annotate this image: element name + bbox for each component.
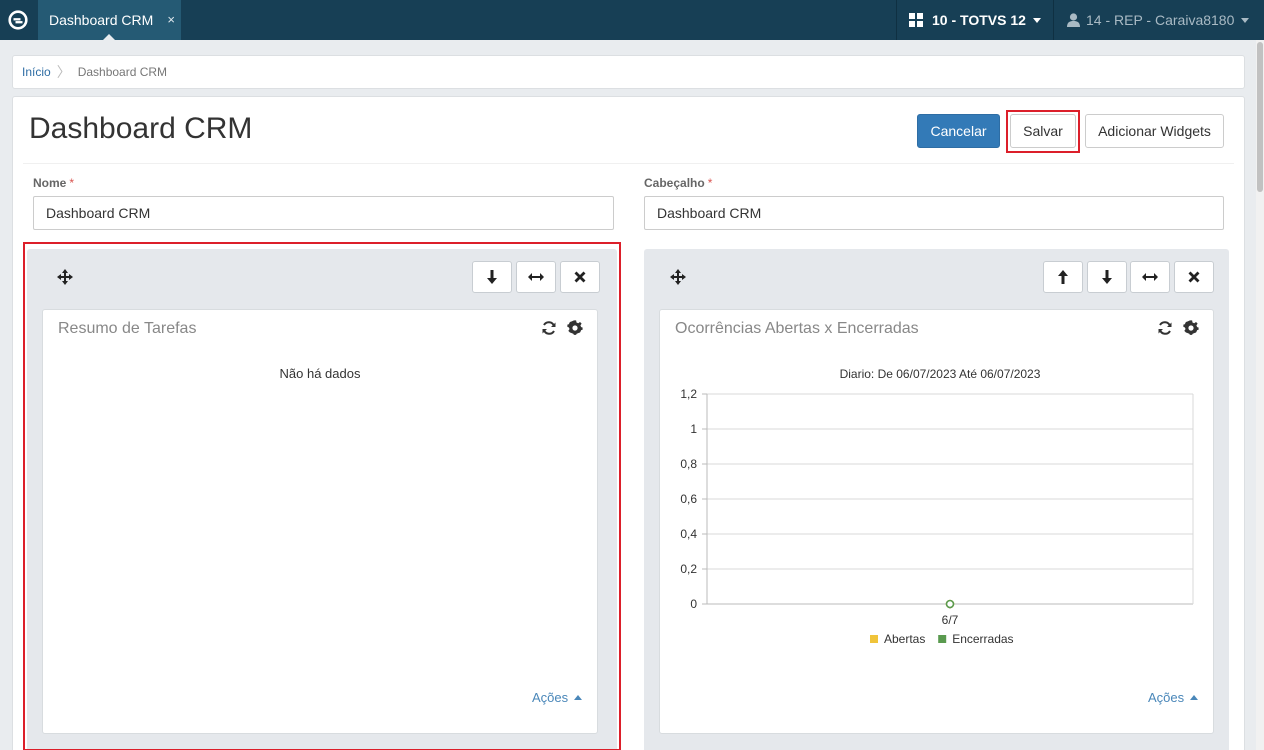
company-label: 10 - TOTVS 12 — [932, 12, 1026, 28]
legend-label-encerradas: Encerradas — [952, 632, 1013, 646]
user-label: 14 - REP - Caraiva8180 — [1086, 12, 1235, 28]
resize-horizontal-icon — [1142, 273, 1158, 281]
chevron-down-icon — [1241, 17, 1250, 23]
y-tick-label: 0,4 — [680, 527, 697, 541]
remove-widget-button[interactable] — [1174, 261, 1214, 293]
y-tick-label: 0,6 — [680, 492, 697, 506]
cabecalho-label: Cabeçalho * — [644, 176, 712, 190]
y-tick-label: 0,8 — [680, 457, 697, 471]
legend-label-abertas: Abertas — [884, 632, 925, 646]
main-panel: Dashboard CRM Cancelar Salvar Adicionar … — [12, 96, 1245, 750]
logo-icon[interactable] — [0, 0, 36, 40]
close-icon — [1188, 271, 1200, 283]
actions-dropdown[interactable]: Ações — [1148, 690, 1199, 705]
user-menu[interactable]: 14 - REP - Caraiva8180 — [1053, 0, 1264, 40]
x-tick-label: 6/7 — [942, 613, 959, 627]
nome-input[interactable] — [33, 196, 614, 230]
y-tick-label: 0 — [690, 597, 697, 611]
breadcrumb-separator-icon: 〉 — [56, 64, 71, 80]
move-down-button[interactable] — [1087, 261, 1127, 293]
company-selector[interactable]: 10 - TOTVS 12 — [896, 0, 1052, 40]
page-title: Dashboard CRM — [29, 112, 253, 145]
arrow-up-icon — [1058, 270, 1068, 284]
cabecalho-input[interactable] — [644, 196, 1224, 230]
cancel-button[interactable]: Cancelar — [917, 114, 1000, 148]
data-point-encerradas — [945, 599, 955, 609]
breadcrumb-home-link[interactable]: Início — [22, 65, 51, 79]
arrow-down-icon — [1102, 270, 1112, 284]
scrollbar-thumb[interactable] — [1257, 42, 1263, 192]
title-divider — [23, 163, 1234, 164]
breadcrumb: Início 〉 Dashboard CRM — [12, 55, 1245, 89]
tab-dashboard-crm[interactable]: Dashboard CRM × — [38, 0, 181, 41]
cabecalho-label-text: Cabeçalho — [644, 176, 705, 190]
tab-label: Dashboard CRM — [49, 12, 154, 28]
required-mark: * — [707, 176, 713, 190]
caret-up-icon — [1190, 695, 1199, 700]
actions-label: Ações — [1148, 690, 1185, 705]
y-tick-label: 0,2 — [680, 562, 697, 576]
widget-ocorrencias: Ocorrências Abertas x Encerradas Diario:… — [644, 249, 1229, 750]
required-mark: * — [69, 176, 75, 190]
y-tick-label: 1 — [690, 422, 697, 436]
add-widgets-button[interactable]: Adicionar Widgets — [1085, 114, 1224, 148]
widget-highlight — [23, 242, 621, 750]
chevron-down-icon — [1032, 17, 1041, 23]
breadcrumb-current: Dashboard CRM — [77, 65, 168, 79]
move-icon[interactable] — [668, 267, 688, 287]
tab-active-indicator — [102, 34, 116, 41]
vertical-scrollbar[interactable] — [1256, 40, 1264, 750]
save-button[interactable]: Salvar — [1010, 114, 1076, 148]
move-up-button[interactable] — [1043, 261, 1083, 293]
legend-swatch-encerradas — [938, 635, 947, 643]
user-icon — [1067, 13, 1080, 27]
nome-label: Nome * — [33, 176, 74, 190]
tab-close-icon[interactable]: × — [167, 12, 175, 27]
line-chart: Diario: De 06/07/2023 Até 06/07/2023 0 0,2… — [680, 367, 1194, 646]
resize-button[interactable] — [1130, 261, 1170, 293]
top-navbar: Dashboard CRM × 10 - TOTVS 12 14 - REP -… — [0, 0, 1264, 41]
grid-icon — [909, 13, 923, 27]
y-tick-label: 1,2 — [680, 387, 697, 401]
legend-swatch-abertas — [870, 635, 878, 643]
chart-title: Diario: De 06/07/2023 Até 06/07/2023 — [840, 367, 1041, 381]
widget-card: Ocorrências Abertas x Encerradas Diario:… — [659, 309, 1214, 734]
nome-label-text: Nome — [33, 176, 67, 190]
